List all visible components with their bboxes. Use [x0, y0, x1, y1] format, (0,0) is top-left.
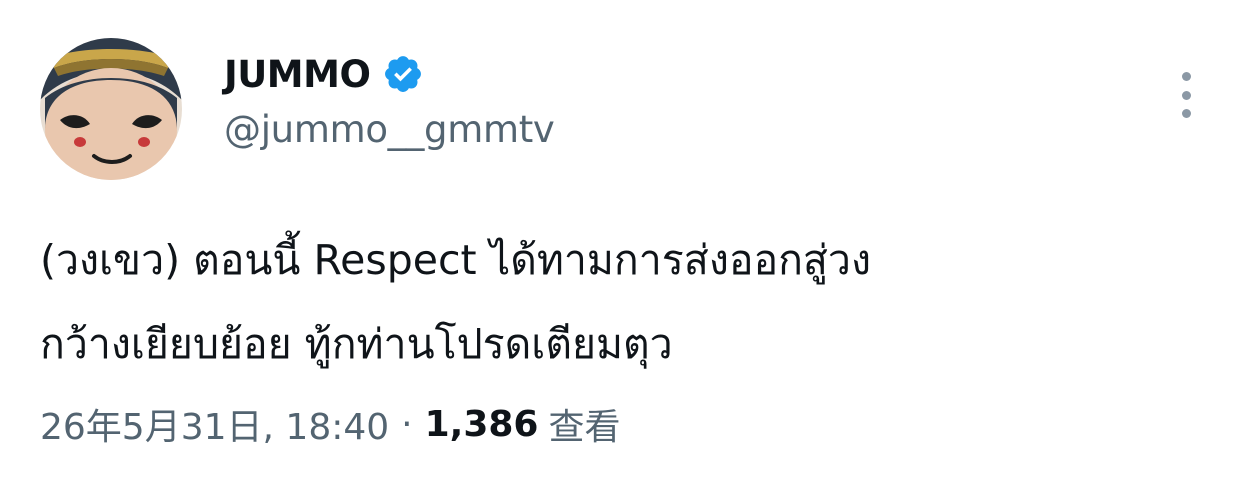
tweet-card: JUMMO @jummo__gmmtv (วงเขว) ตอนนี้ Respe…: [0, 0, 1256, 488]
tweet-meta: 26年5月31日, 18:40 · 1,386 查看: [40, 398, 621, 450]
verified-badge-icon: [382, 53, 424, 95]
more-vertical-icon[interactable]: [1176, 72, 1196, 118]
meta-separator: ·: [401, 403, 413, 445]
avatar[interactable]: [40, 38, 182, 180]
tweet-text-line: กว้างเยียบย้อย ทู้กท่านโปรดเตียมตุว: [40, 320, 673, 368]
avatar-image: [40, 38, 182, 180]
author-name-row[interactable]: JUMMO: [224, 50, 424, 98]
tweet-text: (วงเขว) ตอนนี้ Respect ได้ทามการส่งออกสู…: [40, 218, 1220, 386]
tweet-text-line: (วงเขว) ตอนนี้ Respect ได้ทามการส่งออกสู…: [40, 236, 871, 284]
more-dot: [1181, 72, 1191, 81]
tweet-timestamp[interactable]: 26年5月31日, 18:40: [40, 398, 389, 450]
author-handle[interactable]: @jummo__gmmtv: [224, 108, 555, 151]
more-dot: [1181, 90, 1191, 100]
more-dot: [1181, 109, 1191, 118]
views-label[interactable]: 查看: [548, 398, 620, 450]
views-count[interactable]: 1,386: [425, 404, 539, 445]
author-display-name[interactable]: JUMMO: [224, 53, 371, 96]
